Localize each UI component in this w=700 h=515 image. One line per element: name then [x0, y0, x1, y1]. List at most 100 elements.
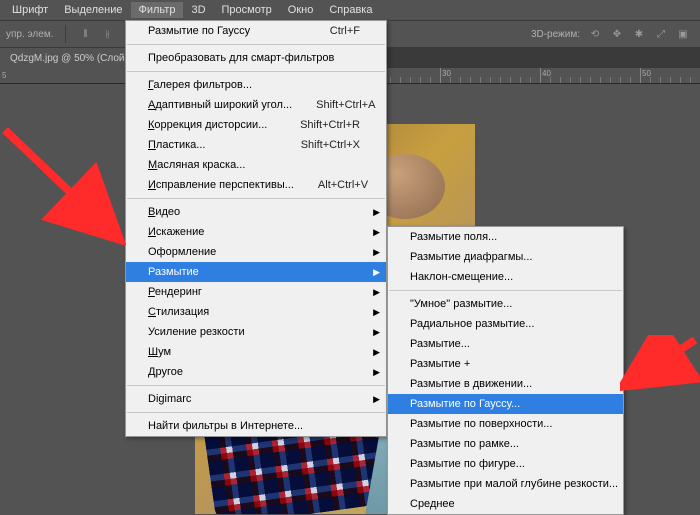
document-tab[interactable]: QdzgM.jpg @ 50% (Слой 0 [0, 48, 144, 68]
menu-item-label: Галерея фильтров... [148, 79, 360, 91]
submenu-arrow-icon: ▶ [373, 307, 380, 318]
filter-menu-item[interactable]: Видео ▶ [126, 202, 386, 222]
menu-separator [127, 412, 385, 413]
menu-item-label: Видео [148, 206, 360, 218]
menu-item-label: Стилизация [148, 306, 360, 318]
blur-menu-item[interactable]: Размытие + [388, 354, 623, 374]
menu-item-label: Оформление [148, 246, 360, 258]
menu-item-label: Исправление перспективы... [148, 179, 294, 191]
menu-item-label: "Умное" размытие... [410, 298, 597, 310]
menu-item-label: Размытие диафрагмы... [410, 251, 597, 263]
menu-item-label: Размытие по фигуре... [410, 458, 597, 470]
menu-item-shortcut: Shift+Ctrl+X [301, 139, 360, 151]
menu-item-shortcut: Shift+Ctrl+R [300, 119, 360, 131]
menu-item-label: Среднее [410, 498, 597, 510]
menu-filter[interactable]: Фильтр [131, 2, 184, 18]
blur-menu-item[interactable]: Размытие по фигуре... [388, 454, 623, 474]
blur-menu-item[interactable]: Размытие при малой глубине резкости... [388, 474, 623, 494]
filter-menu-item[interactable]: Галерея фильтров... [126, 75, 386, 95]
blur-menu-item[interactable]: Среднее [388, 494, 623, 514]
menu-item-label: Размытие по рамке... [410, 438, 597, 450]
menu-help[interactable]: Справка [321, 2, 380, 18]
menu-item-label: Размытие [148, 266, 360, 278]
pan-icon[interactable]: ✥ [608, 25, 626, 43]
blur-menu-item[interactable]: "Умное" размытие... [388, 294, 623, 314]
align-icon[interactable]: ⫴ [76, 25, 94, 43]
menu-separator [127, 385, 385, 386]
filter-menu-item[interactable]: Шум▶ [126, 342, 386, 362]
blur-menu-item[interactable]: Размытие по Гауссу... [388, 394, 623, 414]
menu-3d[interactable]: 3D [183, 2, 213, 18]
menu-item-label: Размытие по Гауссу... [410, 398, 597, 410]
filter-menu-item[interactable]: Коррекция дисторсии... Shift+Ctrl+R [126, 115, 386, 135]
filter-menu-item[interactable]: Масляная краска... [126, 155, 386, 175]
align-icon-2[interactable]: ⫲ [98, 25, 116, 43]
menu-view[interactable]: Просмотр [214, 2, 280, 18]
menu-item-label: Размытие по поверхности... [410, 418, 597, 430]
filter-menu-item[interactable]: Другое ▶ [126, 362, 386, 382]
menu-item-label: Размытие в движении... [410, 378, 597, 390]
filter-menu-item[interactable]: Адаптивный широкий угол... Shift+Ctrl+A [126, 95, 386, 115]
options-separator [65, 25, 66, 43]
submenu-arrow-icon: ▶ [373, 247, 380, 258]
submenu-arrow-icon: ▶ [373, 227, 380, 238]
menu-item-shortcut: Shift+Ctrl+A [316, 99, 375, 111]
menu-item-shortcut: Ctrl+F [330, 25, 360, 37]
filter-menu-item[interactable]: Найти фильтры в Интернете... [126, 416, 386, 436]
menu-item-label: Размытие при малой глубине резкости... [410, 478, 618, 490]
menu-item-label: Размытие поля... [410, 231, 597, 243]
menu-item-label: Размытие... [410, 338, 597, 350]
menu-separator [127, 198, 385, 199]
blur-menu-item[interactable]: Размытие поля... [388, 227, 623, 247]
filter-menu-item[interactable]: Digimarc▶ [126, 389, 386, 409]
menu-separator [127, 44, 385, 45]
blur-menu-item[interactable]: Размытие... [388, 334, 623, 354]
menu-item-label: Коррекция дисторсии... [148, 119, 276, 131]
menu-item-label: Усиление резкости [148, 326, 360, 338]
ruler-corner-value: 5 [2, 71, 6, 80]
submenu-arrow-icon: ▶ [373, 287, 380, 298]
blur-menu-item[interactable]: Размытие в движении... [388, 374, 623, 394]
filter-menu-item[interactable]: Оформление ▶ [126, 242, 386, 262]
menu-item-shortcut: Alt+Ctrl+V [318, 179, 368, 191]
orbit-icon[interactable]: ⟲ [586, 25, 604, 43]
filter-menu-item[interactable]: Стилизация ▶ [126, 302, 386, 322]
submenu-arrow-icon: ▶ [373, 367, 380, 378]
menu-item-label: Пластика... [148, 139, 277, 151]
filter-menu-item[interactable]: Размытие по Гауссу Ctrl+F [126, 21, 386, 41]
menu-item-label: Другое [148, 366, 360, 378]
options-control-label: упр. элем. [6, 29, 53, 40]
filter-menu: Размытие по Гауссу Ctrl+F Преобразовать дл… [125, 20, 387, 437]
move-icon[interactable]: ⤢ [652, 25, 670, 43]
submenu-arrow-icon: ▶ [373, 207, 380, 218]
blur-submenu: Размытие поля... Размытие диафрагмы... Нак… [387, 226, 624, 515]
filter-menu-item[interactable]: Преобразовать для смарт-фильтров [126, 48, 386, 68]
menu-item-label: Радиальное размытие... [410, 318, 597, 330]
filter-menu-item[interactable]: Усиление резкости ▶ [126, 322, 386, 342]
blur-menu-item[interactable]: Наклон-смещение... [388, 267, 623, 287]
blur-menu-item[interactable]: Размытие по поверхности... [388, 414, 623, 434]
menu-item-label: Размытие по Гауссу [148, 25, 306, 37]
blur-menu-item[interactable]: Размытие по рамке... [388, 434, 623, 454]
menu-selection[interactable]: Выделение [56, 2, 130, 18]
filter-menu-item[interactable]: Исправление перспективы... Alt+Ctrl+V [126, 175, 386, 195]
menubar: Шрифт Выделение Фильтр 3D Просмотр Окно … [0, 0, 700, 20]
menu-font[interactable]: Шрифт [4, 2, 56, 18]
filter-menu-item[interactable]: Пластика... Shift+Ctrl+X [126, 135, 386, 155]
submenu-arrow-icon: ▶ [373, 347, 380, 358]
menu-window[interactable]: Окно [280, 2, 322, 18]
zoom-icon[interactable]: ✱ [630, 25, 648, 43]
menu-separator [389, 290, 622, 291]
filter-menu-item[interactable]: Размытие▶ [126, 262, 386, 282]
camera-icon[interactable]: ▣ [674, 25, 692, 43]
filter-menu-item[interactable]: Искажение ▶ [126, 222, 386, 242]
blur-menu-item[interactable]: Размытие диафрагмы... [388, 247, 623, 267]
filter-menu-item[interactable]: Рендеринг▶ [126, 282, 386, 302]
menu-separator [127, 71, 385, 72]
menu-item-label: Преобразовать для смарт-фильтров [148, 52, 360, 64]
menu-item-label: Найти фильтры в Интернете... [148, 420, 360, 432]
blur-menu-item[interactable]: Радиальное размытие... [388, 314, 623, 334]
menu-item-label: Искажение [148, 226, 360, 238]
submenu-arrow-icon: ▶ [373, 327, 380, 338]
menu-item-label: Адаптивный широкий угол... [148, 99, 292, 111]
